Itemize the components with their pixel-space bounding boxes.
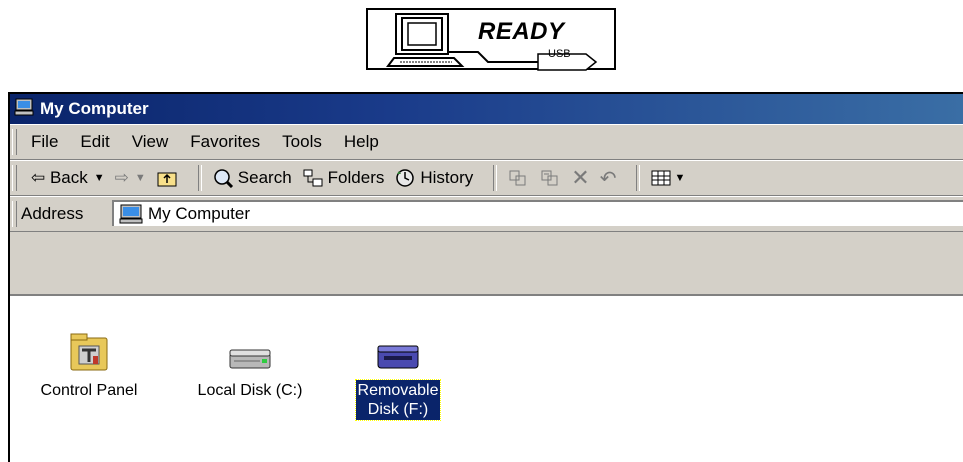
usb-status-banner: READY USB xyxy=(366,8,616,71)
control-panel-icon xyxy=(70,333,108,371)
menu-help[interactable]: Help xyxy=(344,132,379,152)
file-view: Control Panel Local Disk (C:) Removable … xyxy=(10,294,963,462)
folders-tree-icon xyxy=(303,169,323,187)
folder-up-icon xyxy=(157,172,177,187)
removable-disk-icon xyxy=(377,345,419,369)
search-icon xyxy=(214,169,233,188)
local-disk-item[interactable]: Local Disk (C:) xyxy=(170,332,330,401)
back-label: ⇦ Back xyxy=(31,168,88,187)
delete-button[interactable]: ✕ xyxy=(571,165,589,191)
my-computer-window: My Computer File Edit View Favorites Too… xyxy=(8,92,963,462)
menu-grip[interactable] xyxy=(12,129,17,155)
delete-x-icon: ✕ xyxy=(571,165,590,190)
copy-to-button[interactable] xyxy=(539,168,561,188)
toolbar-separator xyxy=(636,165,641,191)
address-label: Address xyxy=(21,204,84,223)
window-title: My Computer xyxy=(40,99,149,118)
control-panel-item[interactable]: Control Panel xyxy=(10,332,168,401)
copy-to-icon xyxy=(541,170,558,186)
toolbar-grip[interactable] xyxy=(12,165,17,191)
history-label: History xyxy=(420,168,474,187)
forward-arrow-icon: ⇨ xyxy=(114,168,129,187)
up-button[interactable] xyxy=(156,168,178,188)
title-bar[interactable]: My Computer xyxy=(10,94,963,124)
forward-dropdown-icon: ▼ xyxy=(134,172,146,184)
move-to-button[interactable] xyxy=(507,168,529,188)
item-label: Local Disk (C:) xyxy=(197,382,303,399)
history-clock-icon xyxy=(396,169,415,187)
menu-file[interactable]: File xyxy=(31,132,58,152)
views-dropdown-icon: ▼ xyxy=(674,172,686,184)
usb-label: USB xyxy=(548,48,571,60)
history-button[interactable]: History xyxy=(394,168,473,188)
hard-disk-icon xyxy=(229,349,271,369)
address-value: My Computer xyxy=(148,204,251,223)
toolbar-separator xyxy=(197,165,202,191)
undo-button[interactable]: ↶ xyxy=(600,166,617,191)
search-button[interactable]: Search xyxy=(212,168,292,188)
item-label: Removable Disk (F:) xyxy=(354,379,442,421)
standard-toolbar: ⇦ Back ▼ ⇨ ▼ Search Folders History ✕ ↶ … xyxy=(10,160,963,196)
back-button[interactable]: ⇦ Back ▼ xyxy=(31,168,105,188)
undo-icon: ↶ xyxy=(599,167,617,190)
folders-label: Folders xyxy=(327,168,385,187)
menu-tools[interactable]: Tools xyxy=(282,132,322,152)
address-grip[interactable] xyxy=(12,201,17,227)
item-label: Control Panel xyxy=(40,382,138,399)
menu-favorites[interactable]: Favorites xyxy=(190,132,260,152)
my-computer-small-icon xyxy=(119,204,143,224)
forward-button[interactable]: ⇨ ▼ xyxy=(115,168,146,188)
menu-edit[interactable]: Edit xyxy=(80,132,109,152)
views-grid-icon xyxy=(651,170,671,186)
menu-view[interactable]: View xyxy=(132,132,169,152)
move-to-icon xyxy=(509,170,526,186)
back-dropdown-icon[interactable]: ▼ xyxy=(94,172,105,184)
address-input[interactable]: My Computer xyxy=(112,200,963,226)
folders-button[interactable]: Folders xyxy=(302,168,385,188)
my-computer-icon xyxy=(14,98,34,121)
search-label: Search xyxy=(237,168,292,187)
views-button[interactable]: ▼ xyxy=(650,168,685,188)
toolbar-separator xyxy=(493,165,498,191)
ready-label: READY xyxy=(478,18,565,45)
menu-bar: File Edit View Favorites Tools Help xyxy=(10,124,963,160)
address-bar: Address My Computer xyxy=(10,196,963,232)
removable-disk-item[interactable]: Removable Disk (F:) xyxy=(342,332,454,421)
